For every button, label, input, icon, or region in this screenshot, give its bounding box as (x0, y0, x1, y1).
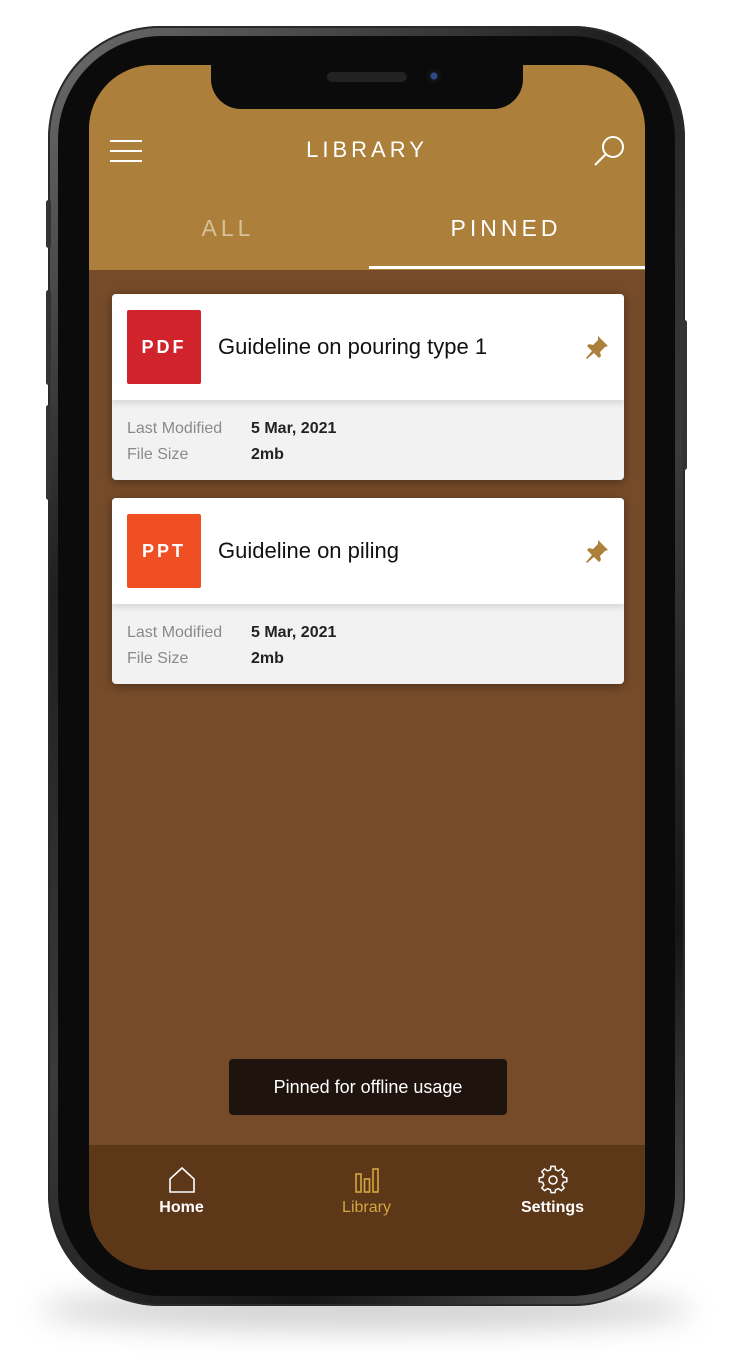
settings-icon (537, 1165, 568, 1194)
bottom-navigation: Home Library Settings (89, 1145, 645, 1270)
file-size-label: File Size (127, 446, 189, 463)
file-type-badge: PDF (127, 310, 201, 384)
nav-home[interactable]: Home (89, 1165, 274, 1235)
search-icon[interactable] (592, 133, 628, 169)
toast-message: Pinned for offline usage (229, 1059, 507, 1115)
active-tab-indicator (369, 266, 645, 269)
tab-all[interactable]: ALL (89, 215, 367, 267)
file-size-value: 2mb (251, 446, 284, 463)
file-title: Guideline on pouring type 1 (218, 334, 488, 359)
file-title: Guideline on piling (218, 538, 400, 563)
last-modified-value: 5 Mar, 2021 (251, 420, 337, 437)
nav-library-label: Library (342, 1199, 391, 1216)
app-screen: LIBRARY ALL PINNED PDF Guideline on pour… (89, 65, 645, 1270)
volume-down-button (46, 405, 51, 500)
silent-switch (46, 200, 51, 248)
last-modified-label: Last Modified (127, 624, 223, 641)
speaker-grille (327, 72, 407, 82)
pin-icon[interactable] (584, 334, 610, 360)
volume-up-button (46, 290, 51, 385)
file-card[interactable]: PDF Guideline on pouring type 1 Last Mod… (112, 294, 624, 480)
file-type-badge: PPT (127, 514, 201, 588)
file-size-label: File Size (127, 650, 189, 667)
file-size-value: 2mb (251, 650, 284, 667)
home-icon (168, 1166, 195, 1193)
last-modified-value: 5 Mar, 2021 (251, 624, 337, 641)
file-card-header[interactable]: PDF Guideline on pouring type 1 (112, 294, 624, 400)
nav-library[interactable]: Library (274, 1165, 459, 1235)
tab-pinned[interactable]: PINNED (367, 215, 645, 267)
library-icon (354, 1168, 379, 1193)
file-card-header[interactable]: PPT Guideline on piling (112, 498, 624, 604)
nav-home-label: Home (159, 1199, 204, 1216)
page-title: LIBRARY (306, 137, 428, 162)
power-button (682, 320, 687, 470)
file-card[interactable]: PPT Guideline on piling Last Modified 5 … (112, 498, 624, 684)
front-camera (427, 69, 441, 83)
phone-notch (211, 65, 523, 109)
pin-icon[interactable] (584, 538, 610, 564)
nav-settings[interactable]: Settings (460, 1165, 645, 1235)
nav-settings-label: Settings (520, 1199, 585, 1216)
last-modified-label: Last Modified (127, 420, 223, 437)
